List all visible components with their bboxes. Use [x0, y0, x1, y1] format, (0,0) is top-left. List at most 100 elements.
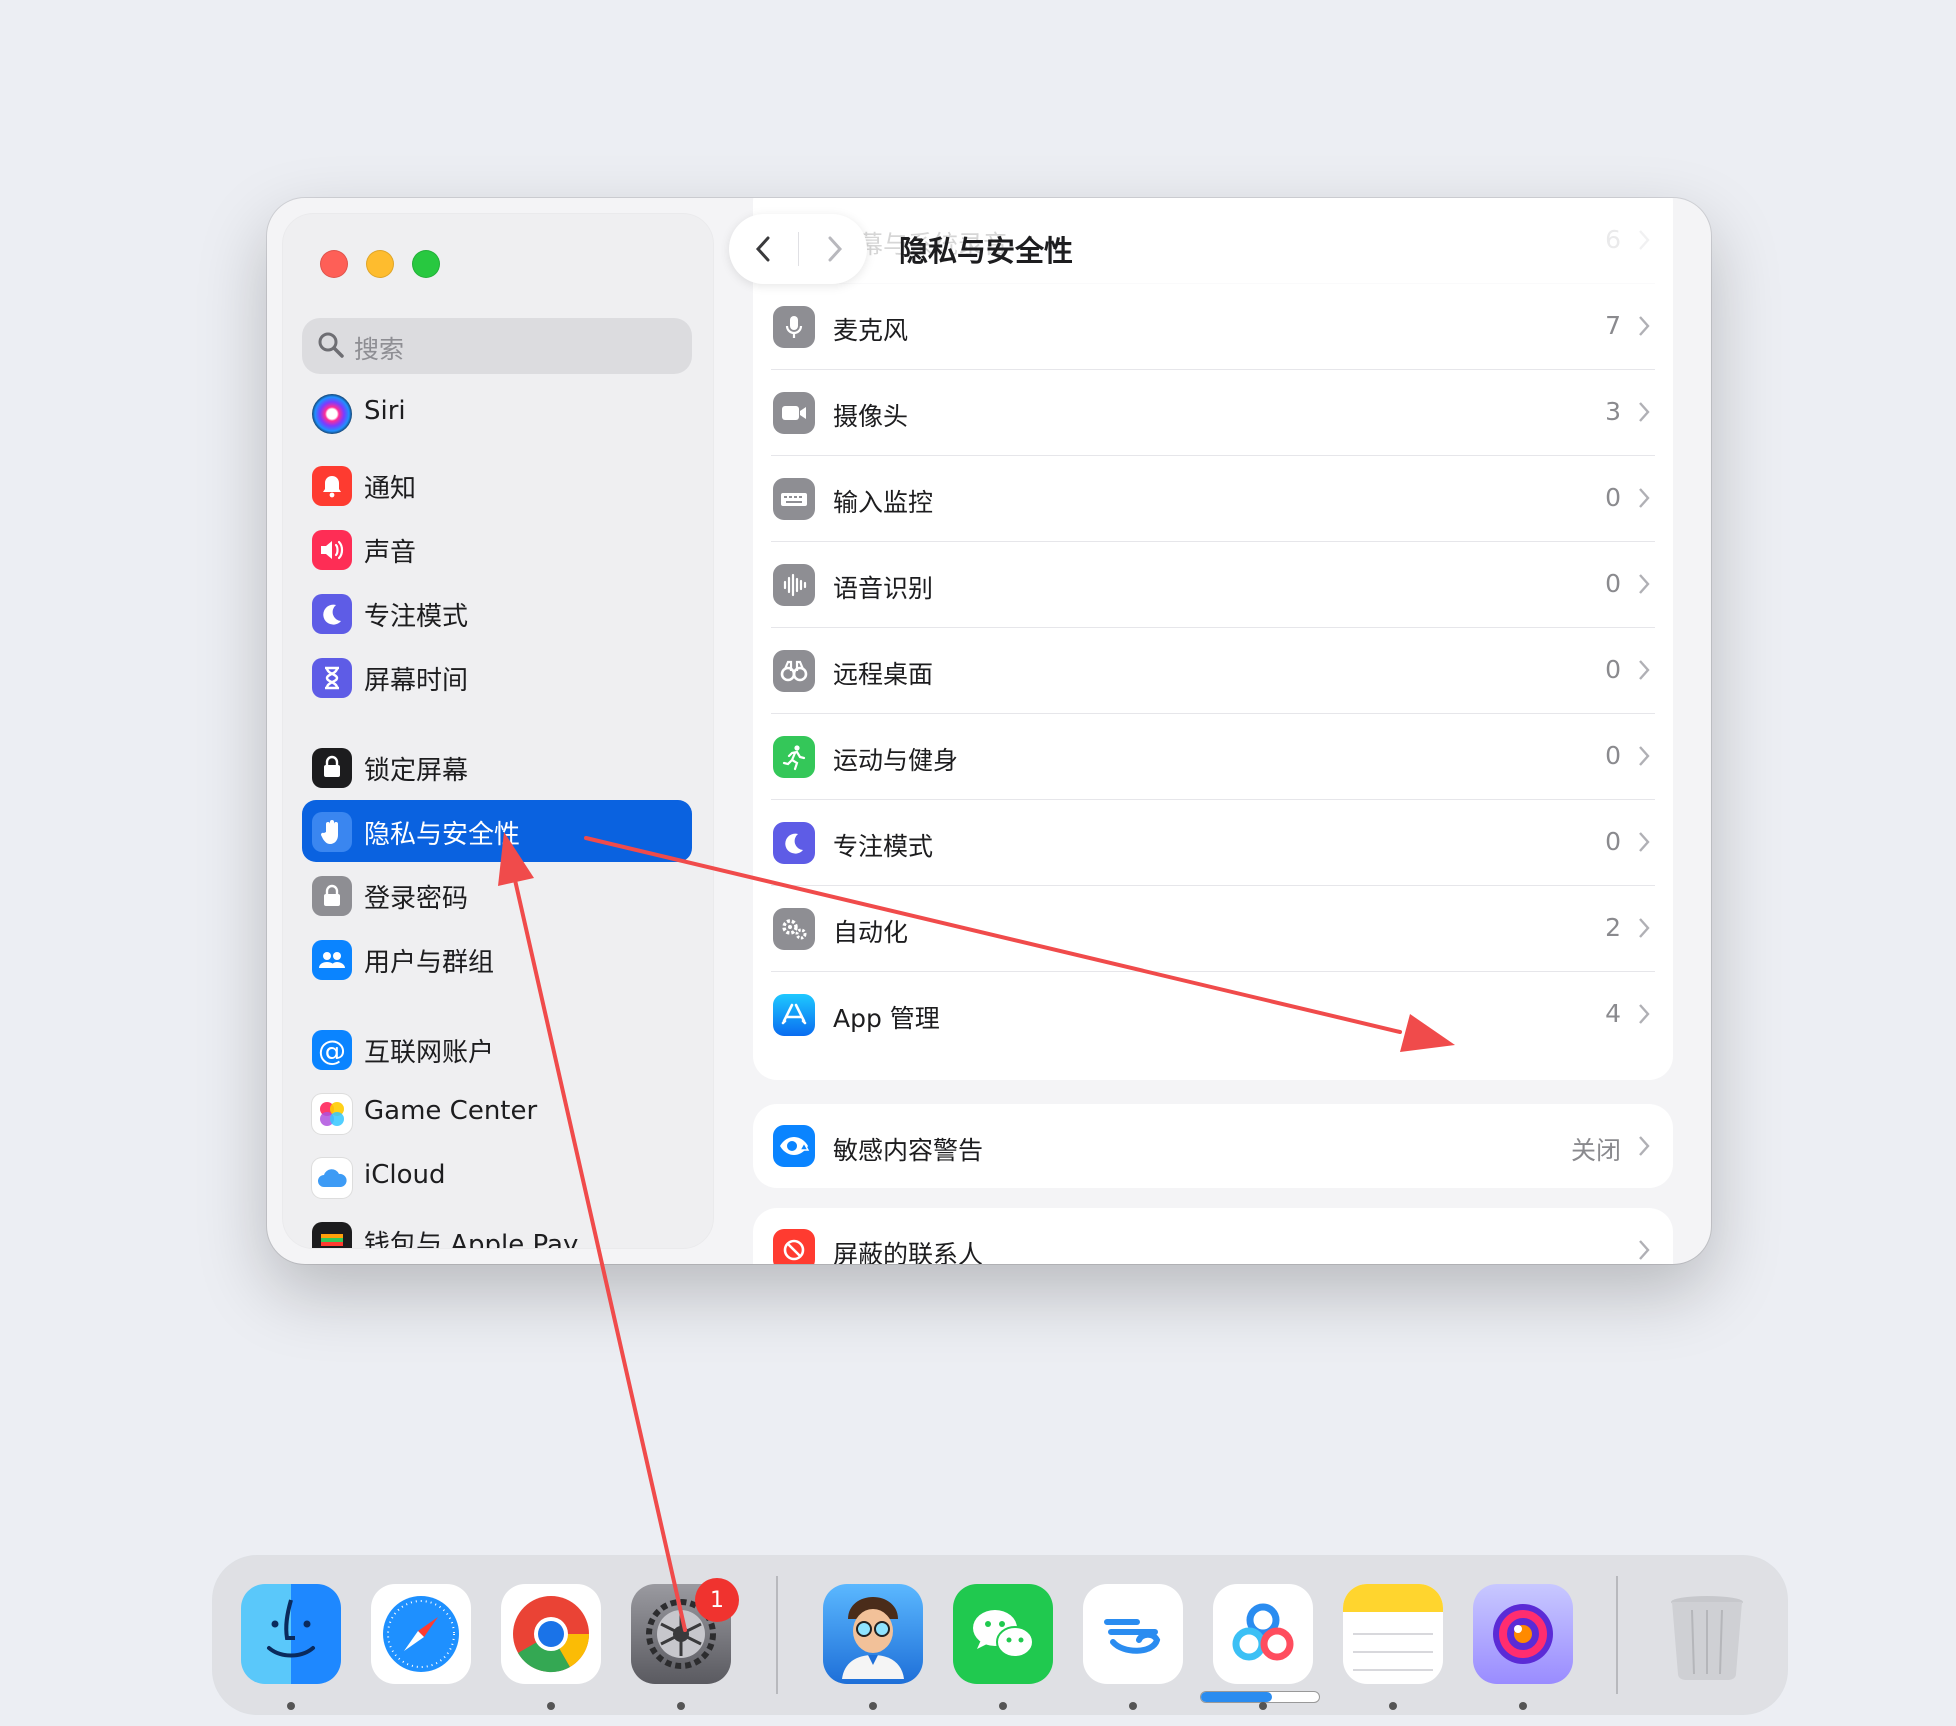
lock-screen-icon [312, 748, 352, 788]
binoculars-icon [773, 650, 815, 692]
sidebar-item-privacy[interactable]: 隐私与安全性 [302, 800, 692, 862]
speaker-icon [312, 530, 352, 570]
orbit-icon [1493, 1604, 1553, 1664]
row-remote-desktop[interactable]: 远程桌面 0 [753, 628, 1673, 714]
dock-trash[interactable] [1657, 1584, 1757, 1684]
back-button[interactable] [753, 234, 773, 264]
sidebar-item-passwords[interactable]: 登录密码 [302, 864, 692, 926]
row-app-management[interactable]: App 管理 4 [753, 972, 1673, 1058]
sidebar-item-wallet[interactable]: 钱包与 Apple Pay [302, 1210, 692, 1248]
moon-icon [773, 822, 815, 864]
sidebar-item-focus[interactable]: 专注模式 [302, 582, 692, 644]
sidebar-item-label: 登录密码 [364, 884, 469, 914]
row-sensitive-content[interactable]: 敏感内容警告 关闭 [753, 1104, 1673, 1188]
microphone-icon [773, 306, 815, 348]
permissions-group: 屏幕与系统录音 6 麦克风 7 摄像头 3 输入监控 0 语音识别 0 远程桌面… [753, 198, 1673, 1080]
chevron-right-icon [1639, 832, 1650, 852]
sidebar-item-screentime[interactable]: 屏幕时间 [302, 646, 692, 708]
chevron-right-icon [1639, 660, 1650, 680]
sidebar-item-sound[interactable]: 声音 [302, 518, 692, 580]
chevron-right-icon [1639, 1004, 1650, 1024]
chevron-right-icon [1639, 402, 1650, 422]
row-count: 3 [1605, 397, 1621, 426]
sidebar-item-icloud[interactable]: iCloud [302, 1146, 692, 1208]
users-icon [312, 940, 352, 980]
row-automation[interactable]: 自动化 2 [753, 886, 1673, 972]
close-button[interactable] [320, 250, 348, 278]
sidebar-item-siri[interactable]: Siri [302, 382, 692, 444]
dock-avatar-app[interactable] [823, 1584, 923, 1684]
safari-icon [383, 1596, 459, 1672]
row-label: 摄像头 [833, 402, 909, 431]
netdisk-icon [1232, 1603, 1294, 1661]
sidebar-item-label: 隐私与安全性 [364, 820, 521, 850]
minimize-button[interactable] [366, 250, 394, 278]
row-count: 6 [1605, 225, 1621, 254]
row-speech-recognition[interactable]: 语音识别 0 [753, 542, 1673, 628]
row-microphone[interactable]: 麦克风 7 [753, 284, 1673, 370]
row-focus[interactable]: 专注模式 0 [753, 800, 1673, 886]
download-progress-bar [1201, 1692, 1319, 1702]
sidebar-item-lockscreen[interactable]: 锁定屏幕 [302, 736, 692, 798]
sidebar-item-label: 用户与群组 [364, 948, 495, 978]
row-label: 输入监控 [833, 488, 934, 517]
wechat-icon [973, 1610, 1034, 1658]
chevron-right-icon [1639, 918, 1650, 938]
row-label: 自动化 [833, 918, 909, 947]
sidebar-item-game-center[interactable]: Game Center [302, 1082, 692, 1144]
row-label: 屏蔽的联系人 [833, 1240, 984, 1264]
lock-icon [312, 876, 352, 916]
running-icon [773, 736, 815, 778]
row-screen-recording[interactable]: 屏幕与系统录音 6 [753, 198, 1673, 284]
row-label: 语音识别 [833, 574, 934, 603]
row-status: 关闭 [1570, 1136, 1621, 1165]
row-label: 敏感内容警告 [833, 1136, 984, 1165]
row-count: 0 [1605, 569, 1621, 598]
dock-baidu-netdisk[interactable] [1213, 1584, 1313, 1684]
privacy-content: 屏幕与系统录音 6 麦克风 7 摄像头 3 输入监控 0 语音识别 0 远程桌面… [753, 198, 1711, 1264]
dock-wechat[interactable] [953, 1584, 1053, 1684]
hand-icon [312, 812, 352, 852]
chevron-right-icon [1639, 230, 1650, 250]
row-count: 0 [1605, 827, 1621, 856]
row-input-monitoring[interactable]: 输入监控 0 [753, 456, 1673, 542]
row-count: 2 [1605, 913, 1621, 942]
row-label: 运动与健身 [833, 746, 959, 775]
swirl-cloud-icon [1104, 1619, 1161, 1654]
sidebar-item-label: 屏幕时间 [364, 666, 469, 696]
dock-orbit-app[interactable] [1473, 1584, 1573, 1684]
chevron-right-icon [1639, 746, 1650, 766]
search-icon [318, 332, 344, 358]
chrome-icon [513, 1596, 590, 1673]
notes-icon [1343, 1584, 1443, 1671]
row-blocked-contacts[interactable]: 屏蔽的联系人 [753, 1208, 1673, 1264]
row-fitness[interactable]: 运动与健身 0 [753, 714, 1673, 800]
sidebar-item-label: 专注模式 [364, 602, 469, 632]
dock-notes[interactable] [1343, 1584, 1443, 1684]
moon-icon [312, 594, 352, 634]
sidebar-item-users[interactable]: 用户与群组 [302, 928, 692, 990]
sidebar-item-label: 通知 [364, 474, 417, 504]
sidebar: 搜索 Siri 通知 声音 专注模式 屏幕时间 锁定屏幕 隐私与安全性 登录密码… [283, 214, 713, 1248]
cloud-icon [312, 1158, 352, 1198]
chevron-right-icon [1639, 316, 1650, 336]
sidebar-item-internet-accounts[interactable]: @ 互联网账户 [302, 1018, 692, 1080]
dock-chrome[interactable] [501, 1584, 601, 1684]
row-label: 麦克风 [833, 316, 909, 345]
sidebar-item-label: 锁定屏幕 [364, 756, 469, 786]
settings-window: 搜索 Siri 通知 声音 专注模式 屏幕时间 锁定屏幕 隐私与安全性 登录密码… [267, 198, 1711, 1264]
zoom-button[interactable] [412, 250, 440, 278]
dock: 1 [213, 1556, 1787, 1714]
dock-safari[interactable] [371, 1584, 471, 1684]
finder-icon [267, 1599, 315, 1658]
keyboard-icon [773, 478, 815, 520]
person-avatar-icon [842, 1597, 904, 1679]
forward-button[interactable] [825, 234, 845, 264]
dock-finder[interactable] [241, 1584, 341, 1684]
sensitive-content-group: 敏感内容警告 关闭 [753, 1104, 1673, 1188]
sidebar-item-notifications[interactable]: 通知 [302, 454, 692, 516]
dock-cloud-app[interactable] [1083, 1584, 1183, 1684]
row-camera[interactable]: 摄像头 3 [753, 370, 1673, 456]
chevron-right-icon [1639, 488, 1650, 508]
search-field[interactable]: 搜索 [302, 318, 692, 374]
